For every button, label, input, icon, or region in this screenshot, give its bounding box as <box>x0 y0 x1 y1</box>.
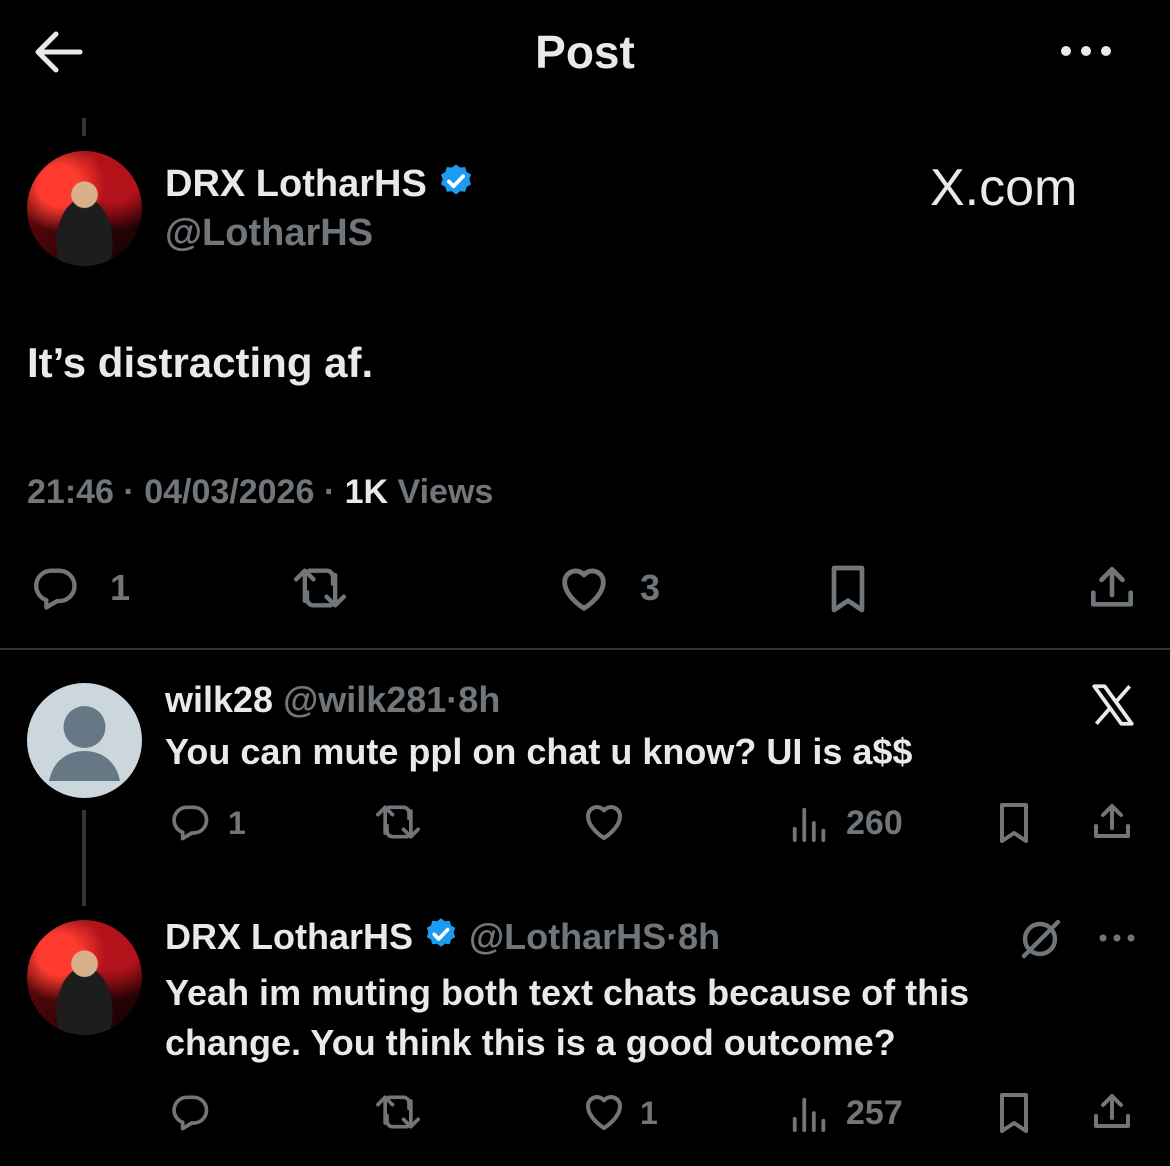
reply-count: 1 <box>110 567 131 608</box>
reply-count: 1 <box>228 805 246 841</box>
post-time: 21:46 <box>27 473 114 511</box>
default-avatar-icon <box>49 706 120 781</box>
thread-connector <box>82 810 86 906</box>
separator: · <box>666 916 679 957</box>
author-row: DRX LotharHS <box>165 162 475 210</box>
post-date: 04/03/2026 <box>144 473 315 511</box>
user-handle[interactable]: @LotharHS <box>165 211 373 255</box>
bookmark-icon[interactable] <box>820 560 876 618</box>
post-age: 8h <box>678 916 721 957</box>
separator: · <box>123 473 135 511</box>
like-icon[interactable] <box>553 560 615 618</box>
avatar[interactable] <box>27 920 142 1035</box>
reply-text: Yeah im muting both text chats because o… <box>165 968 969 1068</box>
watermark-text: X.com <box>930 159 1078 217</box>
x-logo-icon <box>1086 680 1140 730</box>
views-count[interactable]: 1K <box>345 473 388 511</box>
more-options-icon[interactable] <box>1056 36 1116 66</box>
views-icon[interactable] <box>788 1092 832 1134</box>
avatar[interactable] <box>27 683 142 798</box>
display-name[interactable]: DRX LotharHS <box>165 163 427 205</box>
like-count: 1 <box>640 1095 658 1131</box>
post-text: It’s distracting af. <box>27 339 374 386</box>
verified-badge-icon <box>437 162 475 210</box>
repost-icon[interactable] <box>370 800 426 844</box>
reply-icon[interactable] <box>27 562 83 614</box>
display-name[interactable]: wilk28 <box>165 679 273 720</box>
views-label[interactable]: Views <box>398 473 494 511</box>
reply-header: DRX LotharHS @LotharHS·8h <box>165 915 720 962</box>
avatar[interactable] <box>27 151 142 266</box>
more-options-icon[interactable] <box>1096 928 1138 948</box>
reply-text: You can mute ppl on chat u know? UI is a… <box>165 731 913 772</box>
reply-icon[interactable] <box>166 800 214 844</box>
grok-icon[interactable] <box>1014 914 1066 962</box>
post-age: 8h <box>458 679 501 720</box>
separator: · <box>446 679 459 720</box>
like-icon[interactable] <box>578 1088 630 1136</box>
divider <box>0 648 1170 650</box>
share-icon[interactable] <box>1086 1088 1138 1136</box>
reply-icon[interactable] <box>166 1090 214 1134</box>
reply-header: wilk28 @wilk281·8h <box>165 678 500 722</box>
verified-badge-icon <box>423 916 459 962</box>
separator: · <box>323 473 336 511</box>
post-meta: 21:46 · 04/03/2026 · 1K Views <box>27 472 493 512</box>
watermark: X.com <box>930 160 1077 216</box>
like-icon[interactable] <box>578 798 630 846</box>
views-icon[interactable] <box>788 802 832 844</box>
user-handle[interactable]: @wilk281 <box>283 679 446 720</box>
reply-text-line: Yeah im muting both text chats because o… <box>165 972 970 1013</box>
user-handle[interactable]: @LotharHS <box>469 916 666 957</box>
thread-connector <box>82 118 86 136</box>
repost-icon[interactable] <box>370 1090 426 1134</box>
display-name[interactable]: DRX LotharHS <box>165 916 413 957</box>
views-count: 257 <box>846 1094 903 1132</box>
bookmark-icon[interactable] <box>990 1088 1038 1138</box>
share-icon[interactable] <box>1086 798 1138 846</box>
repost-icon[interactable] <box>285 562 355 614</box>
page-title: Post <box>535 26 635 78</box>
share-icon[interactable] <box>1082 560 1142 616</box>
reply-text-line: change. You think this is a good outcome… <box>165 1022 896 1063</box>
bookmark-icon[interactable] <box>990 798 1038 848</box>
views-count: 260 <box>846 804 903 842</box>
like-count: 3 <box>640 567 661 608</box>
